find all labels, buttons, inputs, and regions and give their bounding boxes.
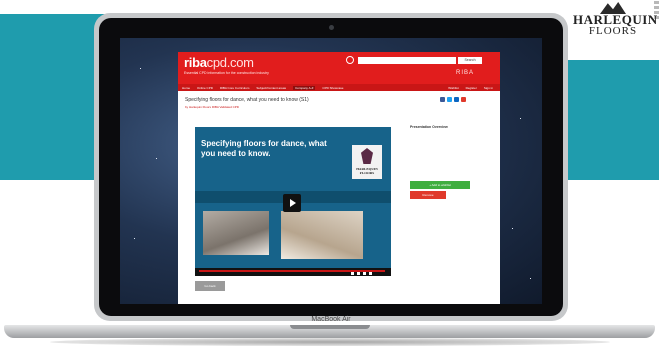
linkedin-icon[interactable] — [454, 97, 459, 102]
settings-icon[interactable] — [357, 272, 360, 275]
star — [512, 228, 513, 229]
nav-right-group: Wishlist Register Sign in — [448, 86, 500, 90]
search-button[interactable]: Search — [458, 57, 482, 64]
page-title: Specifying floors for dance, what you ne… — [185, 97, 309, 103]
harlequin-mask-icon — [361, 148, 373, 164]
go-back-button[interactable]: Go back — [195, 281, 225, 291]
laptop-screen: ribacpd.com Essential CPD information fo… — [120, 38, 542, 304]
nav-item-core-curriculum[interactable]: RIBA Core Curriculum — [220, 86, 250, 90]
site-header: ribacpd.com Essential CPD information fo… — [178, 52, 500, 84]
share-icons — [440, 97, 466, 102]
nav-item-home[interactable]: Home — [182, 86, 190, 90]
site-logo-accent: cpd.com — [206, 55, 254, 70]
laptop-model-label: MacBook Air — [311, 316, 351, 323]
volume-icon[interactable] — [351, 272, 354, 275]
riba-logo: RIBA — [456, 70, 475, 76]
share-video-icon[interactable] — [363, 272, 366, 275]
video-brand-logo: HARLEQUIN FLOORS — [352, 145, 382, 179]
nav-item-wishlist[interactable]: Wishlist — [448, 86, 458, 90]
camera-icon — [329, 25, 334, 30]
search-input[interactable] — [358, 57, 456, 64]
page-author[interactable]: by Harlequin Floors RIBA Validated CPD — [185, 105, 239, 109]
site-logo[interactable]: ribacpd.com — [184, 55, 254, 70]
video-control-bar — [195, 268, 391, 276]
star — [134, 238, 135, 239]
site-tagline: Essential CPD information for the constr… — [184, 71, 269, 75]
facebook-icon[interactable] — [440, 97, 445, 102]
nav-item-subject-areas[interactable]: Subject/Content areas — [256, 86, 286, 90]
harlequin-logo-mark — [600, 2, 626, 14]
video-photo-dancers — [203, 211, 269, 255]
page-content: Specifying floors for dance, what you ne… — [178, 91, 500, 304]
twitter-icon[interactable] — [447, 97, 452, 102]
fullscreen-icon[interactable] — [369, 272, 372, 275]
harlequin-logo-sub: FLOORS — [588, 25, 638, 37]
video-player[interactable]: Specifying floors for dance, what you ne… — [195, 127, 391, 276]
remove-button[interactable]: Remove — [410, 191, 446, 199]
video-controls — [351, 272, 372, 275]
star — [156, 158, 157, 159]
nav-item-register[interactable]: Register — [466, 86, 477, 90]
harlequin-logo: HARLEQUIN FLOORS — [573, 2, 657, 37]
video-brand-text: HARLEQUIN FLOORS — [356, 167, 378, 175]
nav-item-cpd-showcase[interactable]: CPD Showcase — [322, 86, 343, 90]
presentation-overview-text — [410, 134, 490, 166]
site-logo-main: riba — [184, 55, 207, 70]
site-nav: Home Online CPD RIBA Core Curriculum Sub… — [178, 84, 500, 91]
add-to-wishlist-button[interactable]: + Add to wishlist — [410, 181, 470, 189]
star — [520, 118, 521, 119]
search-icon[interactable] — [346, 56, 354, 64]
play-icon[interactable] — [283, 194, 301, 212]
presentation-overview-heading: Presentation Overview — [410, 125, 448, 129]
nav-item-online-cpd[interactable]: Online CPD — [197, 86, 213, 90]
email-icon[interactable] — [461, 97, 466, 102]
star — [530, 278, 531, 279]
video-photo-studio — [281, 211, 363, 259]
nav-item-sign-in[interactable]: Sign in — [484, 86, 493, 90]
laptop-shadow — [50, 338, 610, 346]
laptop-base-notch — [290, 325, 370, 329]
nav-item-company-az[interactable]: Company A-Z — [293, 85, 316, 90]
star — [140, 68, 141, 69]
video-title: Specifying floors for dance, what you ne… — [201, 139, 327, 158]
